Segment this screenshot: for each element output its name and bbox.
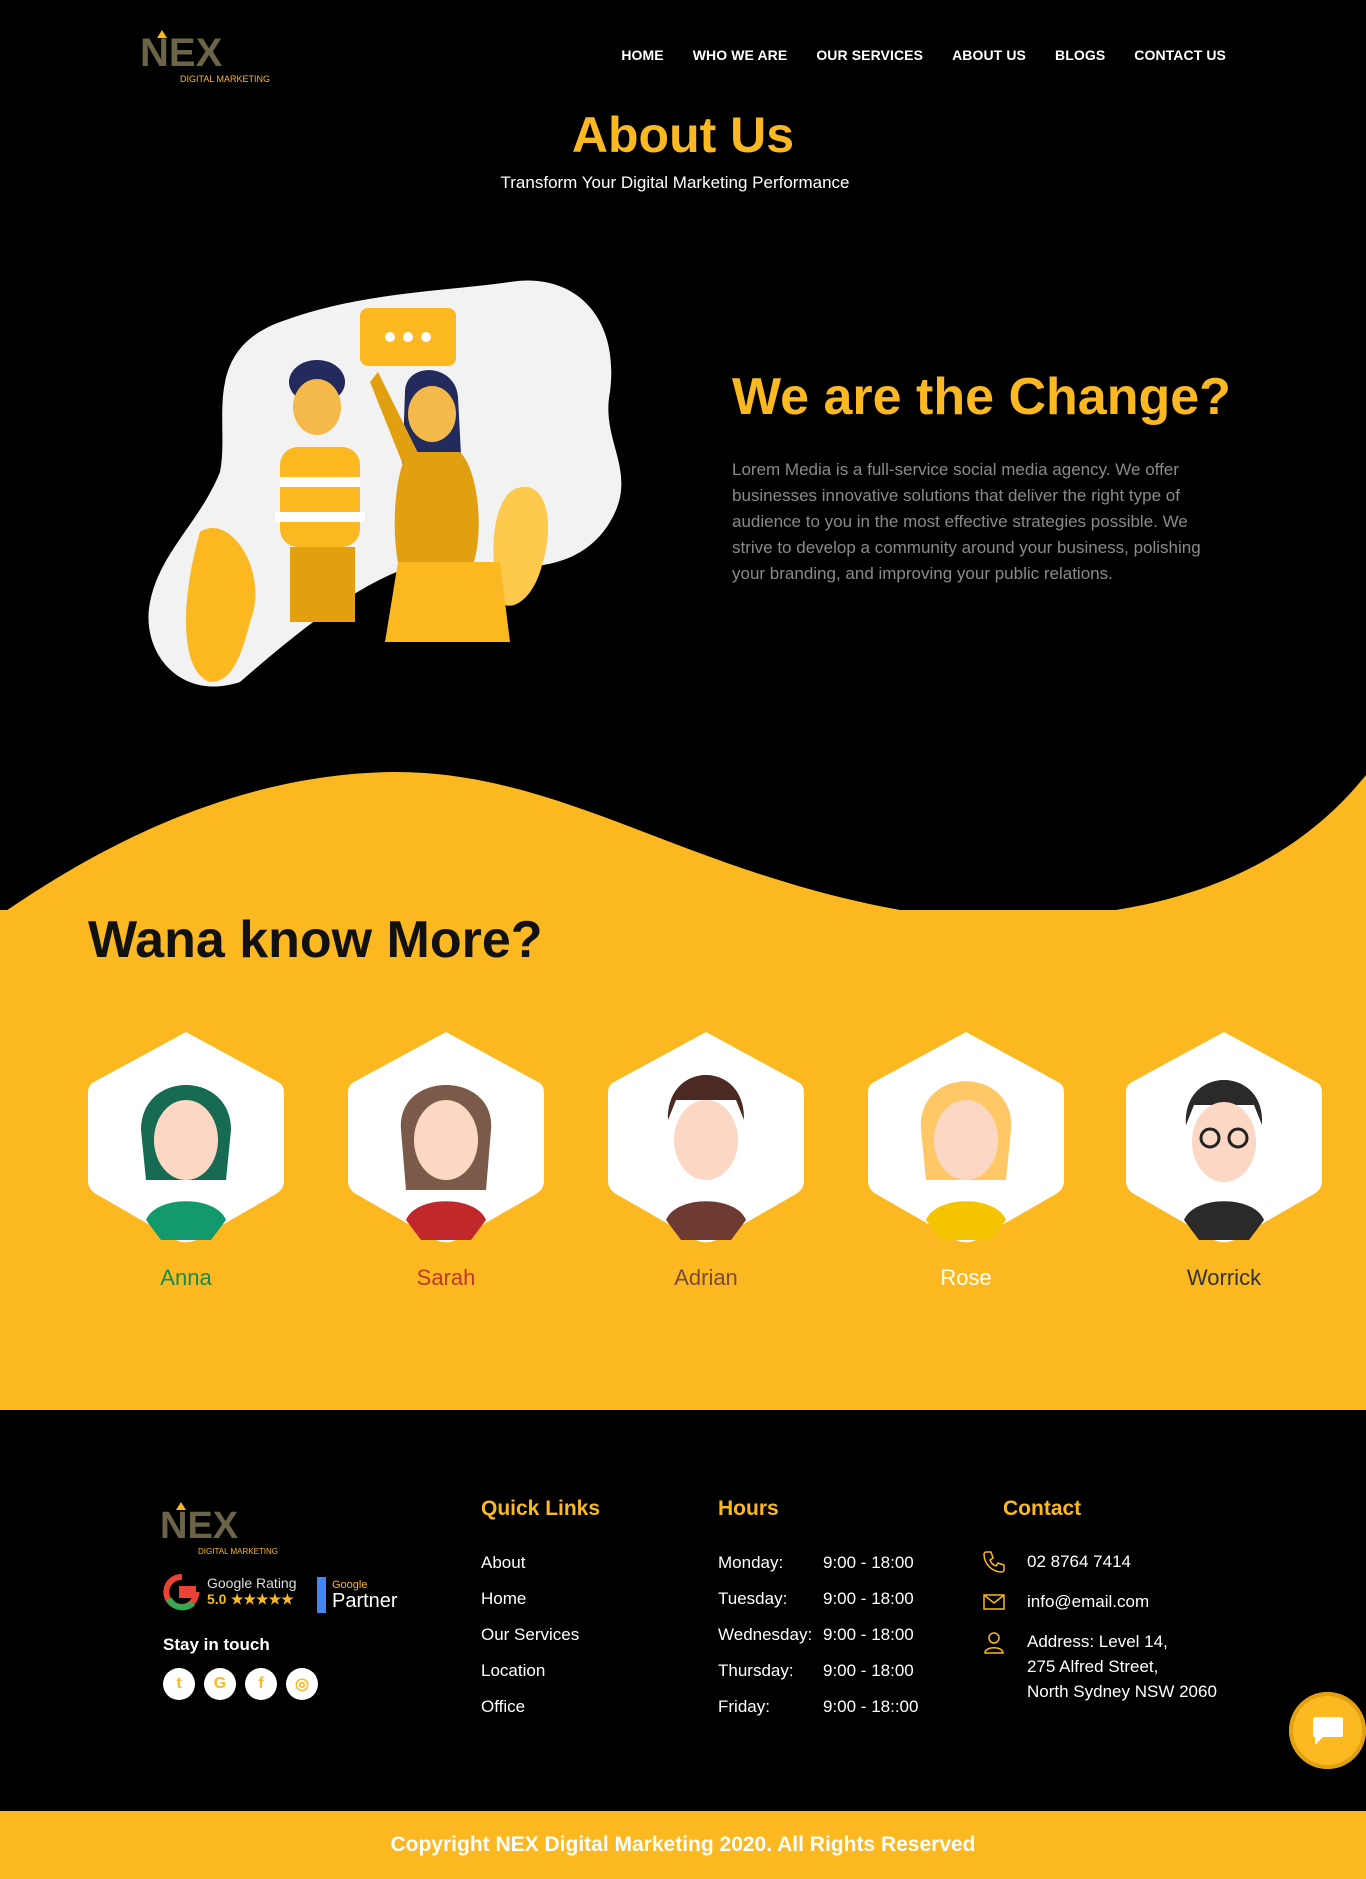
- hours-row: Monday: 9:00 - 18:00: [718, 1553, 918, 1589]
- partner-big-text: Partner: [332, 1590, 398, 1612]
- member-name: Sarah: [416, 1265, 476, 1290]
- contact-phone: 02 8764 7414: [1027, 1552, 1131, 1571]
- logo-text: NEX: [140, 31, 223, 75]
- copyright-bar: Copyright NEX Digital Marketing 2020. Al…: [0, 1811, 1366, 1879]
- hours-day: Thursday:: [718, 1661, 794, 1680]
- hours-row: Thursday: 9:00 - 18:00: [718, 1661, 918, 1697]
- nav-contact-us[interactable]: CONTACT US: [1134, 47, 1226, 63]
- chat-button[interactable]: [1289, 1692, 1366, 1769]
- page-subtitle: Transform Your Digital Marketing Perform…: [500, 173, 850, 192]
- footer-link-office[interactable]: Office: [481, 1697, 579, 1733]
- address-line-1: Address: Level 14,: [1027, 1632, 1168, 1651]
- nav-home[interactable]: HOME: [621, 47, 663, 63]
- contact-title: Contact: [1003, 1497, 1082, 1520]
- hours-time: 9:00 - 18:00: [823, 1553, 914, 1572]
- hours-title: Hours: [718, 1497, 779, 1520]
- avatar-anna: [88, 1032, 284, 1243]
- rating-stars: ★★★★★: [230, 1591, 294, 1607]
- google-g-icon: [163, 1573, 200, 1611]
- team-heading: Wana know More?: [88, 911, 543, 969]
- section-wave: [0, 771, 1366, 920]
- hours-day: Tuesday:: [718, 1589, 788, 1608]
- mail-icon: [983, 1594, 1005, 1610]
- nav-our-services[interactable]: OUR SERVICES: [816, 47, 923, 63]
- hours-time: 9:00 - 18:00: [823, 1625, 914, 1644]
- hours-time: 9:00 - 18:00: [823, 1589, 914, 1608]
- hours-day: Friday:: [718, 1697, 770, 1716]
- footer-logo[interactable]: NEX DIGITAL MARKETING: [160, 1500, 300, 1560]
- nav-blogs[interactable]: BLOGS: [1055, 47, 1105, 63]
- footer-logo-subtext: DIGITAL MARKETING: [198, 1547, 278, 1556]
- footer-link-location[interactable]: Location: [481, 1661, 579, 1697]
- logo-subtext: DIGITAL MARKETING: [180, 74, 270, 84]
- hours-day: Monday:: [718, 1553, 784, 1572]
- hours-row: Tuesday: 9:00 - 18:00: [718, 1589, 918, 1625]
- address-line-3: North Sydney NSW 2060: [1027, 1682, 1217, 1701]
- hours-list: Monday: 9:00 - 18:00 Tuesday: 9:00 - 18:00…: [718, 1553, 918, 1733]
- google-plus-icon[interactable]: G: [204, 1668, 236, 1700]
- copyright-text: Copyright NEX Digital Marketing 2020. Al…: [390, 1833, 976, 1856]
- hours-time: 9:00 - 18:00: [823, 1661, 914, 1680]
- team-illustration: [148, 280, 622, 687]
- phone-icon: [983, 1551, 1005, 1573]
- contact-address: Address: Level 14, 275 Alfred Street, No…: [1027, 1629, 1217, 1704]
- footer-link-home[interactable]: Home: [481, 1589, 579, 1625]
- team-member-worrick[interactable]: Worrick: [1124, 1030, 1324, 1290]
- person-icon: [984, 1632, 1004, 1654]
- chat-bubble-icon: [1312, 1716, 1343, 1745]
- avatar-sarah: [348, 1032, 544, 1243]
- contact-list: 02 8764 7414 info@email.com Address: Lev…: [981, 1549, 1217, 1718]
- address-line-2: 275 Alfred Street,: [1027, 1657, 1159, 1676]
- hours-time: 9:00 - 18::00: [823, 1697, 919, 1716]
- contact-phone-row[interactable]: 02 8764 7414: [981, 1549, 1217, 1575]
- team-member-rose[interactable]: Rose: [866, 1030, 1066, 1290]
- footer-link-our-services[interactable]: Our Services: [481, 1625, 579, 1661]
- avatar-worrick: [1126, 1032, 1322, 1243]
- about-description: Lorem Media is a full-service social med…: [732, 460, 1201, 583]
- about-heading: We are the Change?: [732, 368, 1231, 426]
- social-links: t G f ◎: [163, 1668, 318, 1700]
- stay-in-touch-label: Stay in touch: [163, 1635, 270, 1654]
- team-member-anna[interactable]: Anna: [86, 1030, 286, 1290]
- contact-email-row[interactable]: info@email.com: [981, 1589, 1217, 1615]
- team-section: Wana know More? Anna Sarah Adrian Rose W…: [0, 910, 1366, 1410]
- hours-row: Wednesday: 9:00 - 18:00: [718, 1625, 918, 1661]
- hours-day: Wednesday:: [718, 1625, 813, 1644]
- quick-links-title: Quick Links: [481, 1497, 601, 1520]
- member-name: Adrian: [674, 1265, 738, 1290]
- quick-links-list: About Home Our Services Location Office: [481, 1553, 579, 1733]
- nav-about-us[interactable]: ABOUT US: [952, 47, 1026, 63]
- partner-bar: [317, 1577, 326, 1613]
- member-name: Worrick: [1186, 1265, 1262, 1290]
- contact-email: info@email.com: [1027, 1592, 1150, 1611]
- page-title: About Us: [571, 107, 795, 163]
- member-name: Rose: [940, 1265, 992, 1290]
- main-nav: HOME WHO WE ARE OUR SERVICES ABOUT US BL…: [621, 47, 1226, 63]
- hours-row: Friday: 9:00 - 18::00: [718, 1697, 918, 1733]
- google-rating: Google Rating 5.0 ★★★★★: [163, 1573, 297, 1611]
- avatar-rose: [868, 1032, 1064, 1243]
- avatar-adrian: [608, 1032, 804, 1243]
- nex-logo[interactable]: NEX DIGITAL MARKETING: [140, 28, 290, 88]
- google-partner-badge: Google Partner: [317, 1577, 398, 1613]
- team-member-adrian[interactable]: Adrian: [606, 1030, 806, 1290]
- rating-value: 5.0: [207, 1591, 227, 1607]
- twitter-icon[interactable]: t: [163, 1668, 195, 1700]
- facebook-icon[interactable]: f: [245, 1668, 277, 1700]
- team-member-sarah[interactable]: Sarah: [346, 1030, 546, 1290]
- rating-label: Google Rating: [207, 1575, 297, 1591]
- contact-address-row: Address: Level 14, 275 Alfred Street, No…: [981, 1629, 1217, 1704]
- footer-link-about[interactable]: About: [481, 1553, 579, 1589]
- member-name: Anna: [160, 1265, 212, 1290]
- instagram-icon[interactable]: ◎: [286, 1668, 318, 1700]
- nav-who-we-are[interactable]: WHO WE ARE: [693, 47, 788, 63]
- footer-logo-text: NEX: [160, 1505, 239, 1547]
